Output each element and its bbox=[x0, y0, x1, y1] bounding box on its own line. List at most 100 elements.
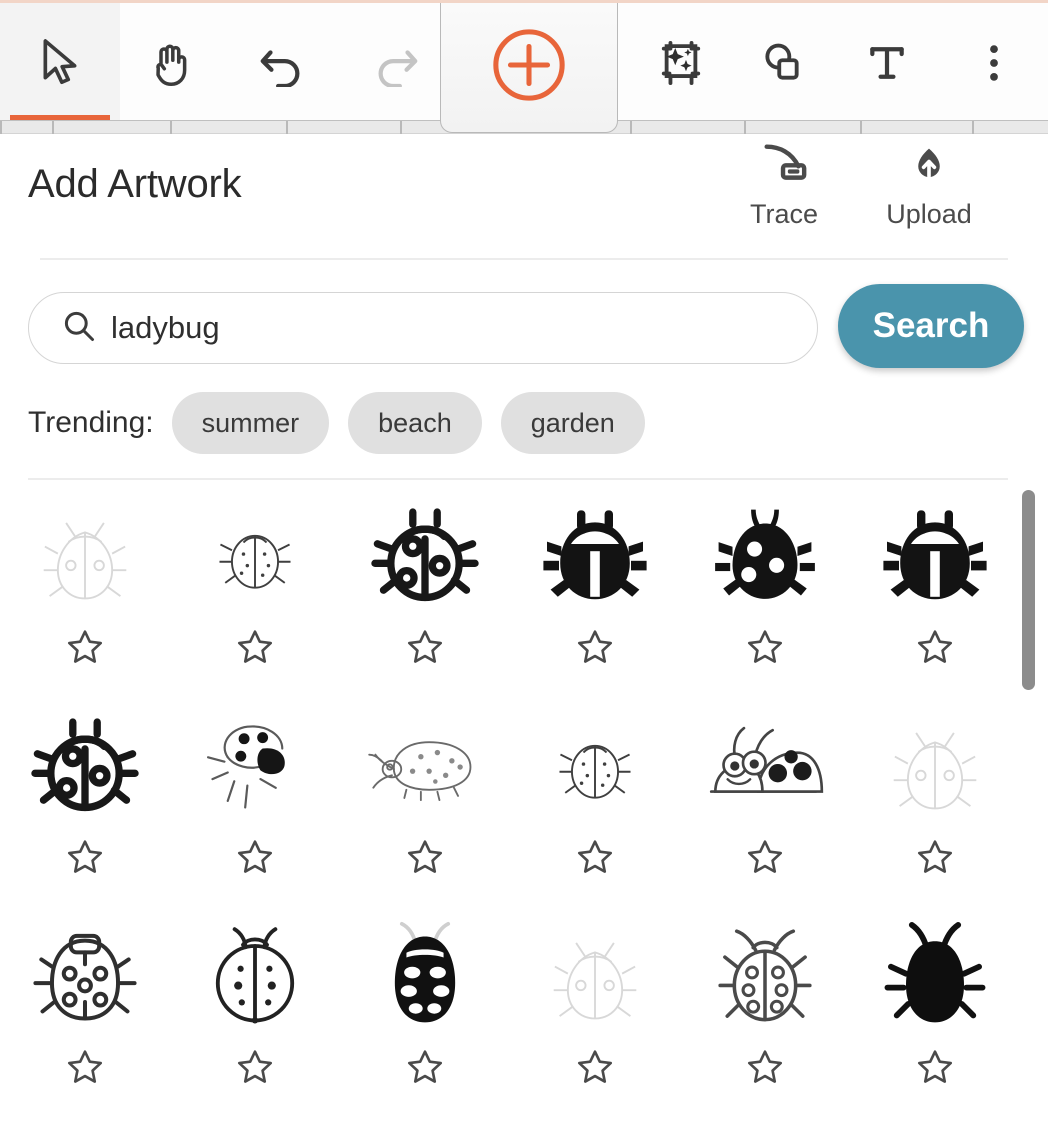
ladybug-bold-circle-spots-icon[interactable] bbox=[340, 486, 510, 626]
trending-chip-beach[interactable]: beach bbox=[348, 392, 482, 454]
ladybug-sketch-flying[interactable] bbox=[170, 696, 340, 906]
star-outline-icon[interactable] bbox=[65, 838, 105, 881]
ruler-tick bbox=[972, 121, 974, 135]
ladybug-rounded-five-spots-icon[interactable] bbox=[0, 906, 170, 1046]
results-grid bbox=[0, 486, 1020, 1122]
ladybug-sketch-flying-icon[interactable] bbox=[170, 696, 340, 836]
ruler-tick bbox=[630, 121, 632, 135]
text-tool[interactable] bbox=[834, 3, 940, 122]
ladybug-solid-plain-icon[interactable] bbox=[850, 906, 1020, 1046]
undo-tool[interactable] bbox=[226, 3, 338, 122]
ladybug-solid-spiky-b[interactable] bbox=[850, 486, 1020, 696]
star-outline-icon[interactable] bbox=[915, 838, 955, 881]
ruler-tick bbox=[860, 121, 862, 135]
redo-tool[interactable] bbox=[338, 3, 454, 122]
star-outline-icon[interactable] bbox=[65, 628, 105, 671]
ladybug-outline-faint-icon[interactable] bbox=[0, 486, 170, 626]
ladybug-outline-six-spots[interactable] bbox=[680, 906, 850, 1116]
upload-label: Upload bbox=[886, 199, 972, 229]
select-tool[interactable] bbox=[0, 3, 120, 122]
add-artwork-panel: Add Artwork Trace Upload ladybug Search … bbox=[0, 134, 1048, 1122]
ladybug-bold-circle-spots-2[interactable] bbox=[0, 696, 170, 906]
shapes-tool[interactable] bbox=[730, 3, 834, 122]
ladybug-cartoon-side[interactable] bbox=[680, 696, 850, 906]
ladybug-outline-six-spots-icon[interactable] bbox=[680, 906, 850, 1046]
ladybug-sketch-side-icon[interactable] bbox=[340, 696, 510, 836]
trace-button[interactable]: Trace bbox=[724, 140, 844, 230]
ladybug-solid-white-spots-icon[interactable] bbox=[340, 906, 510, 1046]
ruler-tick bbox=[170, 121, 172, 135]
star-outline-icon[interactable] bbox=[575, 838, 615, 881]
ladybug-small-speckled-icon[interactable] bbox=[170, 486, 340, 626]
star-outline-icon[interactable] bbox=[405, 838, 445, 881]
results-scrollbar[interactable] bbox=[1022, 490, 1035, 690]
star-outline-icon[interactable] bbox=[405, 628, 445, 671]
undo-arrow-icon bbox=[257, 39, 307, 87]
star-outline-icon[interactable] bbox=[235, 1048, 275, 1091]
ruler-tick bbox=[744, 121, 746, 135]
search-button[interactable]: Search bbox=[838, 284, 1024, 368]
ladybug-outline-faint[interactable] bbox=[0, 486, 170, 696]
cursor-arrow-icon bbox=[38, 36, 82, 90]
ladybug-rounded-five-spots[interactable] bbox=[0, 906, 170, 1116]
pan-tool[interactable] bbox=[120, 3, 226, 122]
star-outline-icon[interactable] bbox=[915, 1048, 955, 1091]
ruler-tick bbox=[286, 121, 288, 135]
ladybug-small-speckled[interactable] bbox=[170, 486, 340, 696]
header-divider bbox=[40, 258, 1008, 260]
trending-chip-garden[interactable]: garden bbox=[500, 392, 645, 454]
upload-cloud-icon bbox=[902, 140, 956, 193]
ladybug-thin-dotted-icon[interactable] bbox=[510, 696, 680, 836]
ladybug-cartoon-side-icon[interactable] bbox=[680, 696, 850, 836]
sparkle-frame-icon bbox=[658, 38, 704, 88]
ladybug-solid-three-spots-icon[interactable] bbox=[680, 486, 850, 626]
ladybug-solid-three-spots[interactable] bbox=[680, 486, 850, 696]
ladybug-solid-plain[interactable] bbox=[850, 906, 1020, 1116]
search-row: Search bbox=[0, 284, 1048, 372]
star-outline-icon[interactable] bbox=[745, 838, 785, 881]
ladybug-outline-light-icon[interactable] bbox=[850, 696, 1020, 836]
results-row bbox=[0, 486, 1020, 696]
ladybug-solid-spiky-b-icon[interactable] bbox=[850, 486, 1020, 626]
ladybug-solid-spiky-a-icon[interactable] bbox=[510, 486, 680, 626]
star-outline-icon[interactable] bbox=[235, 838, 275, 881]
effects-tool[interactable] bbox=[632, 3, 730, 122]
star-outline-icon[interactable] bbox=[575, 628, 615, 671]
ladybug-bold-circle-spots-2-icon[interactable] bbox=[0, 696, 170, 836]
kebab-menu-icon bbox=[985, 39, 1003, 87]
add-tool[interactable] bbox=[439, 0, 619, 133]
panel-header: Add Artwork Trace Upload bbox=[0, 134, 1048, 260]
ladybug-outline-pale[interactable] bbox=[510, 906, 680, 1116]
ruler-tick bbox=[52, 121, 54, 135]
trace-pen-icon bbox=[755, 140, 813, 193]
ladybug-outline-pale-icon[interactable] bbox=[510, 906, 680, 1046]
star-outline-icon[interactable] bbox=[405, 1048, 445, 1091]
star-outline-icon[interactable] bbox=[745, 628, 785, 671]
more-tool[interactable] bbox=[940, 3, 1048, 122]
hand-icon bbox=[149, 38, 197, 88]
ladybug-solid-white-spots[interactable] bbox=[340, 906, 510, 1116]
search-input[interactable] bbox=[111, 310, 751, 346]
search-magnifier-icon bbox=[61, 308, 97, 349]
star-outline-icon[interactable] bbox=[235, 628, 275, 671]
star-outline-icon[interactable] bbox=[65, 1048, 105, 1091]
star-outline-icon[interactable] bbox=[745, 1048, 785, 1091]
shapes-icon bbox=[760, 39, 804, 87]
results-row bbox=[0, 696, 1020, 906]
trending-label: Trending: bbox=[28, 406, 154, 439]
ladybug-round-split-dots-icon[interactable] bbox=[170, 906, 340, 1046]
ladybug-round-split-dots[interactable] bbox=[170, 906, 340, 1116]
star-outline-icon[interactable] bbox=[915, 628, 955, 671]
trending-chip-summer[interactable]: summer bbox=[171, 392, 330, 454]
ladybug-outline-light[interactable] bbox=[850, 696, 1020, 906]
star-outline-icon[interactable] bbox=[575, 1048, 615, 1091]
trending-row: Trending: summer beach garden bbox=[28, 392, 664, 454]
search-box[interactable] bbox=[28, 292, 818, 364]
upload-button[interactable]: Upload bbox=[869, 140, 989, 230]
top-toolbar bbox=[0, 0, 1048, 133]
ladybug-bold-circle-spots[interactable] bbox=[340, 486, 510, 696]
ladybug-thin-dotted[interactable] bbox=[510, 696, 680, 906]
page-title: Add Artwork bbox=[28, 162, 242, 206]
ladybug-solid-spiky-a[interactable] bbox=[510, 486, 680, 696]
ladybug-sketch-side[interactable] bbox=[340, 696, 510, 906]
